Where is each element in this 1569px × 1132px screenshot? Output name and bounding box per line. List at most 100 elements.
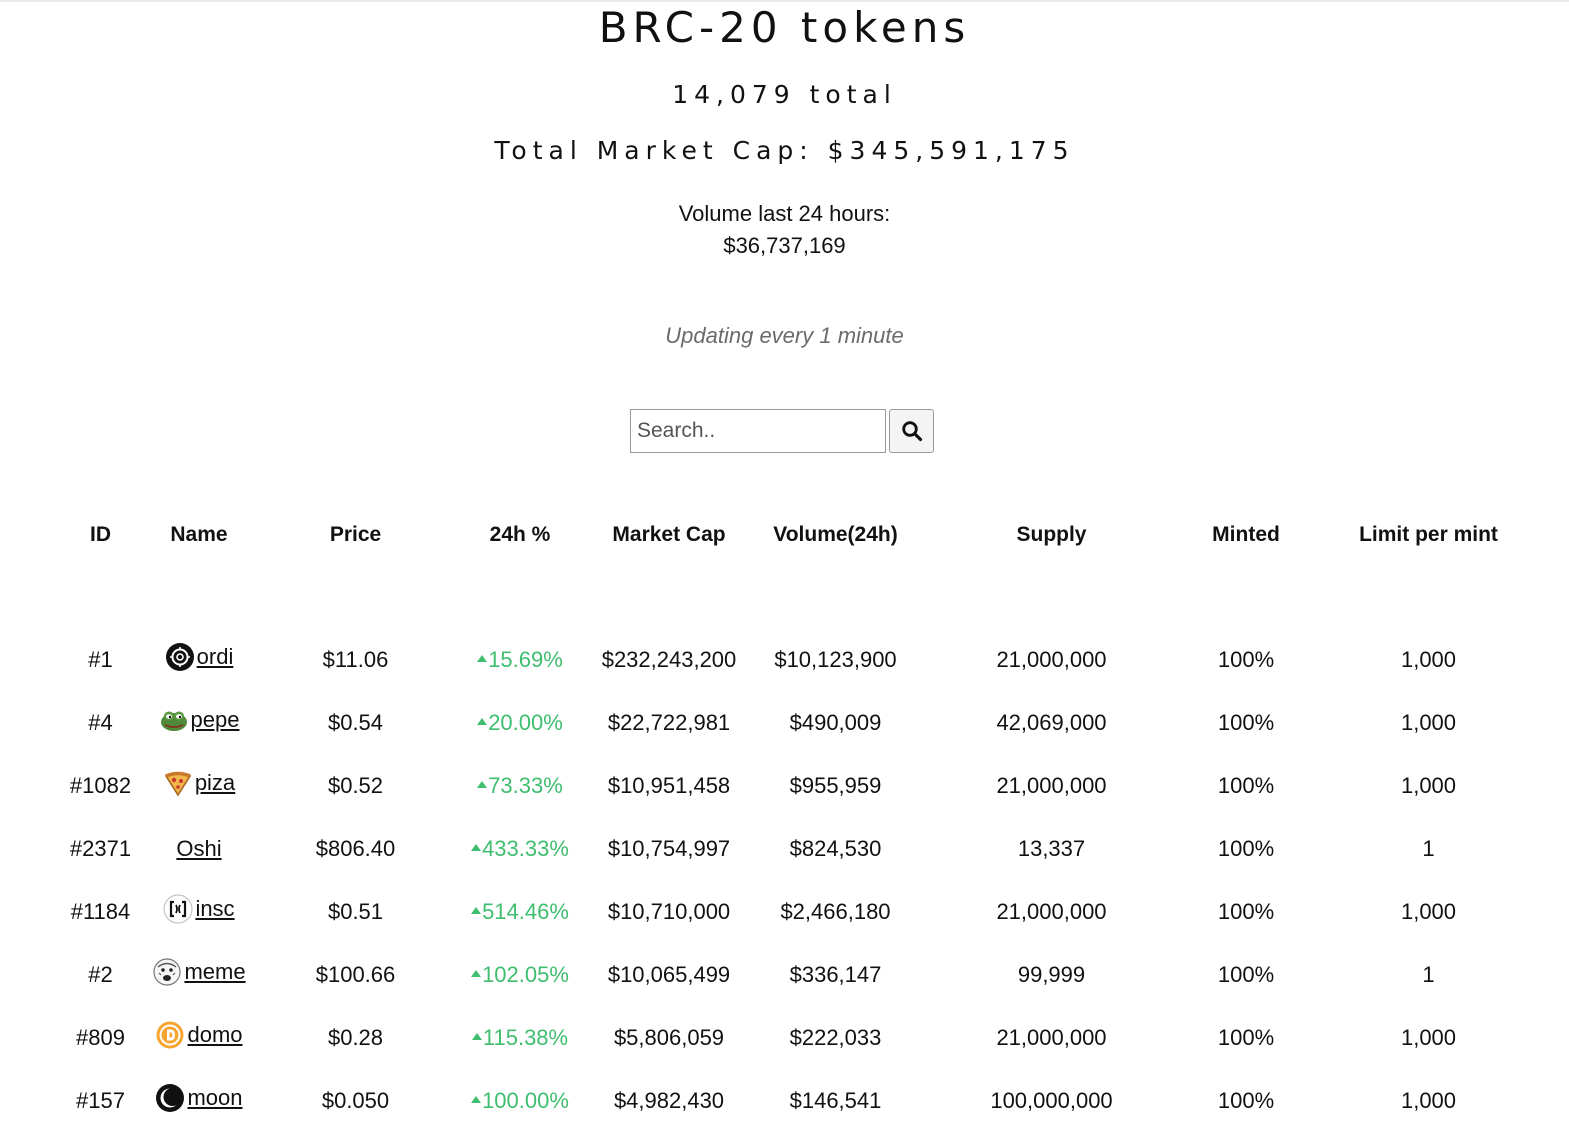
insc-brackets-icon [163, 894, 193, 923]
token-change: 15.69% [459, 628, 581, 691]
table-row[interactable]: #1184 insc $0.51 514.46% $10,710,000 $2,… [55, 880, 1554, 943]
token-link-domo[interactable]: domo [187, 1022, 242, 1048]
token-price: $0.050 [321, 1087, 390, 1113]
token-change-value: 73.33% [488, 772, 563, 798]
token-change-value: 514.46% [482, 898, 569, 924]
token-minted: 100% [1217, 1087, 1275, 1113]
token-volume: $824,530 [789, 835, 882, 861]
up-triangle-icon [477, 781, 488, 789]
token-limit: 1,000 [1400, 1024, 1457, 1050]
table-row[interactable]: #2371 Oshi $806.40 433.33% $10,754,997 $… [55, 817, 1554, 880]
column-header-minted[interactable]: Minted [1189, 505, 1303, 565]
table-row[interactable]: #1 ordi $11.06 15.69% $232,243,200 $10,1… [55, 628, 1554, 691]
up-triangle-icon [471, 844, 482, 852]
token-limit: 1,000 [1400, 709, 1457, 735]
token-id: #1082 [69, 772, 132, 798]
token-supply: 42,069,000 [996, 709, 1107, 735]
token-minted: 100% [1217, 898, 1275, 924]
token-minted: 100% [1217, 709, 1275, 735]
token-table: ID Name Price 24h % Market Cap Volume(24… [55, 505, 1554, 1132]
token-name-cell: Oshi [146, 817, 252, 880]
token-volume: $955,959 [789, 772, 882, 798]
token-change: 102.05% [459, 943, 581, 1006]
column-header-market-cap[interactable]: Market Cap [581, 505, 757, 565]
token-id: #4 [88, 709, 113, 735]
token-change: 433.33% [459, 817, 581, 880]
token-change-value: 433.33% [482, 835, 569, 861]
token-id: #2 [88, 961, 113, 987]
token-supply: 21,000,000 [996, 1024, 1107, 1050]
token-change-value: 102.05% [482, 961, 569, 987]
token-minted: 100% [1217, 646, 1275, 672]
header-spacer [55, 565, 1554, 628]
update-notice: Updating every 1 minute [665, 323, 904, 348]
token-price: $0.28 [327, 1024, 384, 1050]
token-name-cell: ordi [146, 628, 252, 691]
token-limit: 1,000 [1400, 772, 1457, 798]
table-row[interactable]: #157 moon $0.050 100.00% $4,982,430 $146… [55, 1069, 1554, 1132]
token-link-piza[interactable]: piza [195, 770, 235, 796]
token-price: $0.54 [327, 709, 384, 735]
token-link-meme[interactable]: meme [184, 959, 245, 985]
search-input[interactable] [630, 409, 886, 453]
table-row[interactable]: #1082 piza $0.52 73.33% $10,951,458 $955… [55, 754, 1554, 817]
token-price: $100.66 [315, 961, 396, 987]
token-minted: 100% [1217, 1024, 1275, 1050]
token-id: #1184 [70, 898, 131, 924]
token-limit: 1 [1422, 835, 1435, 861]
token-market-cap: $4,982,430 [613, 1087, 725, 1113]
up-triangle-icon [477, 718, 488, 726]
token-supply: 100,000,000 [990, 1087, 1113, 1113]
token-market-cap: $5,806,059 [613, 1024, 725, 1050]
column-header-id[interactable]: ID [55, 505, 146, 565]
search-icon [901, 421, 922, 442]
token-change-value: 20.00% [488, 709, 563, 735]
token-link-moon[interactable]: moon [187, 1085, 242, 1111]
token-volume: $146,541 [789, 1087, 882, 1113]
table-header-row: ID Name Price 24h % Market Cap Volume(24… [55, 505, 1554, 565]
column-header-price[interactable]: Price [252, 505, 459, 565]
token-limit: 1,000 [1400, 646, 1457, 672]
token-minted: 100% [1217, 772, 1275, 798]
token-limit: 1,000 [1400, 898, 1457, 924]
token-volume: $490,009 [789, 709, 882, 735]
column-header-name[interactable]: Name [146, 505, 252, 565]
token-change: 514.46% [459, 880, 581, 943]
token-id: #1 [88, 646, 113, 672]
token-name-cell: moon [146, 1069, 252, 1132]
token-change: 100.00% [459, 1069, 581, 1132]
column-header-limit[interactable]: Limit per mint [1303, 505, 1554, 565]
token-market-cap: $232,243,200 [601, 646, 737, 672]
token-link-insc[interactable]: insc [195, 896, 234, 922]
column-header-volume[interactable]: Volume(24h) [757, 505, 914, 565]
up-triangle-icon [471, 1033, 482, 1041]
token-price: $806.40 [315, 835, 396, 861]
token-price: $0.52 [327, 772, 384, 798]
token-supply: 21,000,000 [996, 898, 1107, 924]
token-supply: 21,000,000 [996, 772, 1107, 798]
up-triangle-icon [471, 907, 482, 915]
token-total-count: 14,079 total [672, 80, 897, 109]
token-link-pepe[interactable]: pepe [191, 707, 240, 733]
token-link-ordi[interactable]: ordi [197, 644, 234, 670]
token-supply: 99,999 [1017, 961, 1086, 987]
table-row[interactable]: #809 domo $0.28 115.38% $5,806,059 $222,… [55, 1006, 1554, 1069]
token-id: #809 [76, 1024, 125, 1050]
token-change: 73.33% [459, 754, 581, 817]
token-price: $11.06 [322, 646, 389, 672]
token-limit: 1 [1422, 961, 1435, 987]
page-title: BRC-20 tokens [598, 3, 971, 52]
table-row[interactable]: #2 meme $100.66 102.05% $10,065,499 $336… [55, 943, 1554, 1006]
token-market-cap: $10,951,458 [607, 772, 731, 798]
table-row[interactable]: #4 pepe $0.54 20.00% $22,722,981 $490,00… [55, 691, 1554, 754]
search-button[interactable] [889, 409, 934, 453]
column-header-change[interactable]: 24h % [459, 505, 581, 565]
token-minted: 100% [1217, 961, 1275, 987]
total-market-cap: Total Market Cap: $345,591,175 [494, 136, 1075, 165]
token-market-cap: $10,710,000 [607, 898, 731, 924]
token-name-cell: insc [146, 880, 252, 943]
token-volume: $336,147 [789, 961, 882, 987]
column-header-supply[interactable]: Supply [914, 505, 1189, 565]
token-market-cap: $10,754,997 [607, 835, 731, 861]
token-link-oshi[interactable]: Oshi [176, 836, 221, 862]
